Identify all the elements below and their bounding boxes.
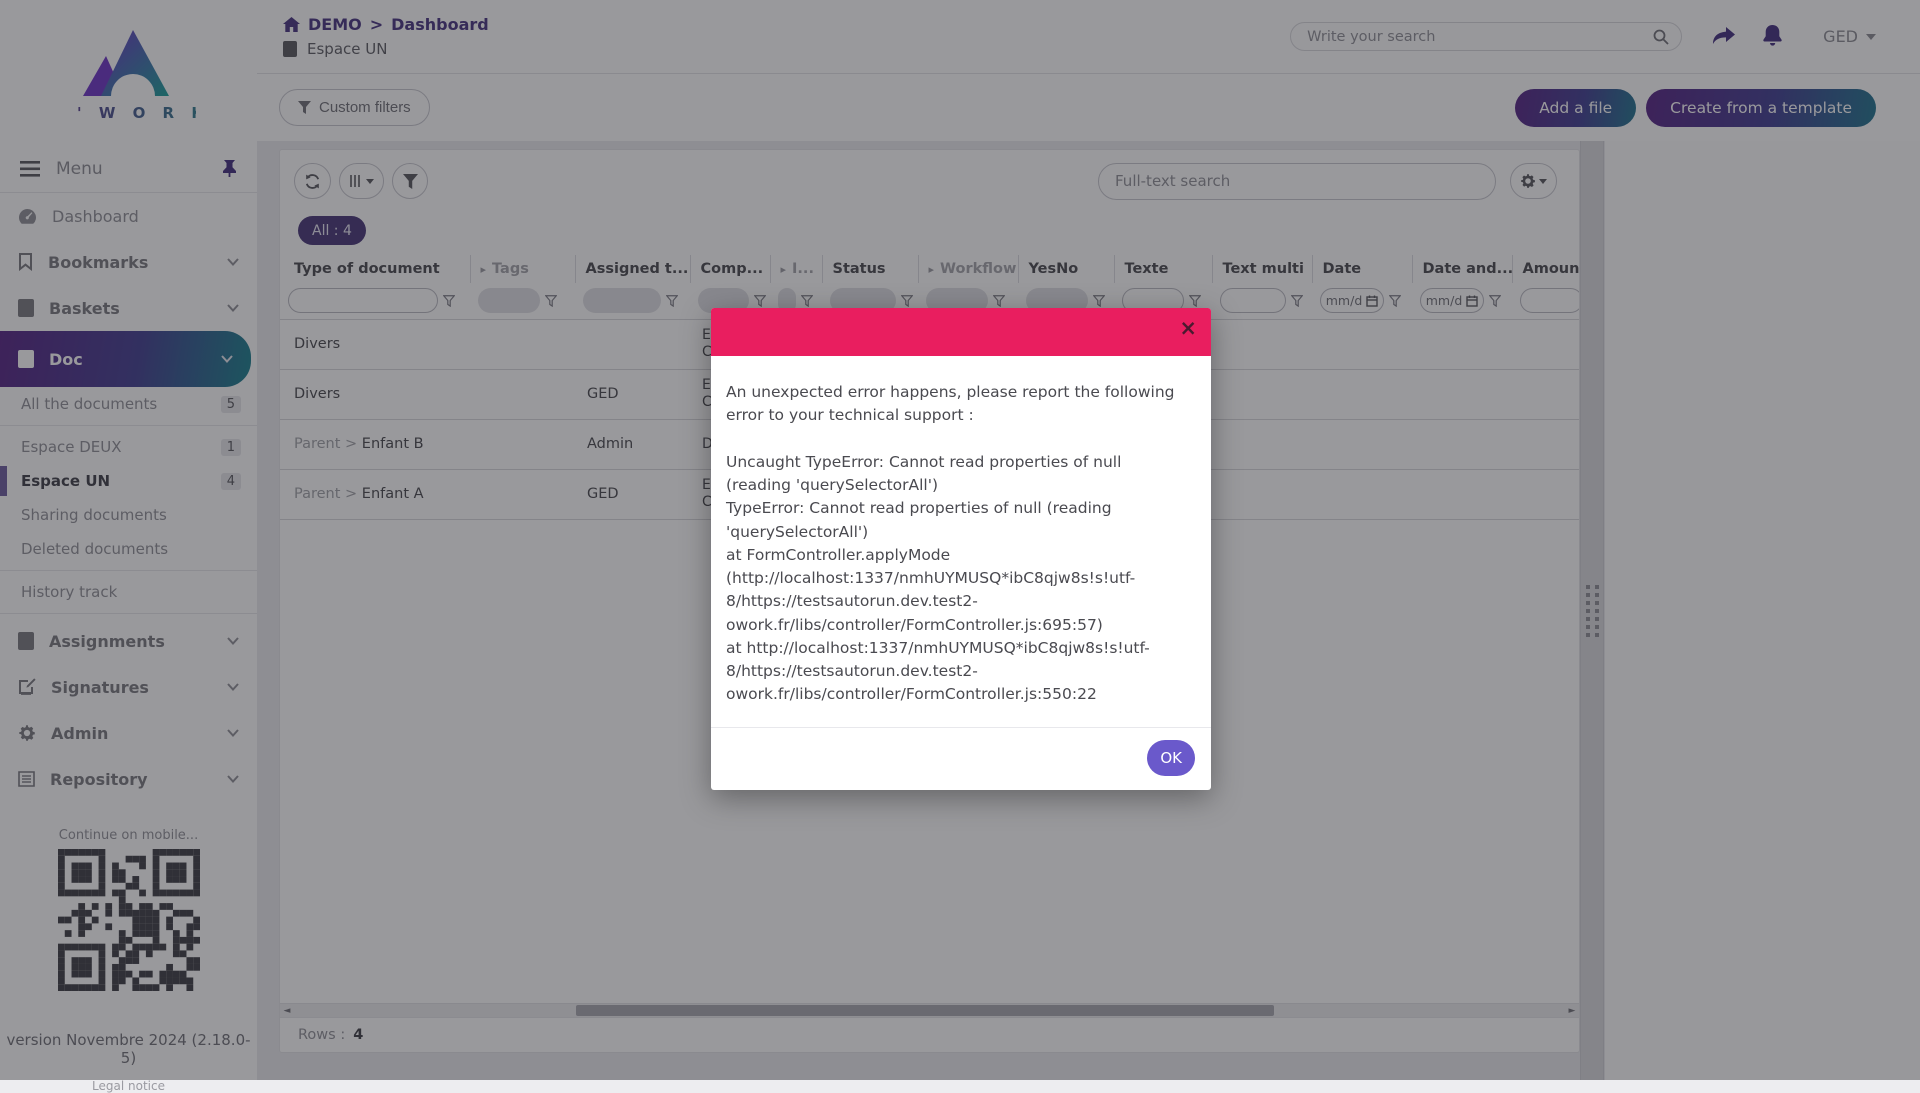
ok-button[interactable]: OK — [1147, 740, 1195, 776]
legal-notice-link[interactable]: Legal notice — [0, 1079, 257, 1093]
error-modal: × An unexpected error happens, please re… — [711, 308, 1211, 790]
error-message: An unexpected error happens, please repo… — [711, 356, 1211, 727]
error-modal-footer: OK — [711, 727, 1211, 790]
error-modal-header: × — [711, 308, 1211, 356]
close-icon[interactable]: × — [1179, 318, 1197, 339]
